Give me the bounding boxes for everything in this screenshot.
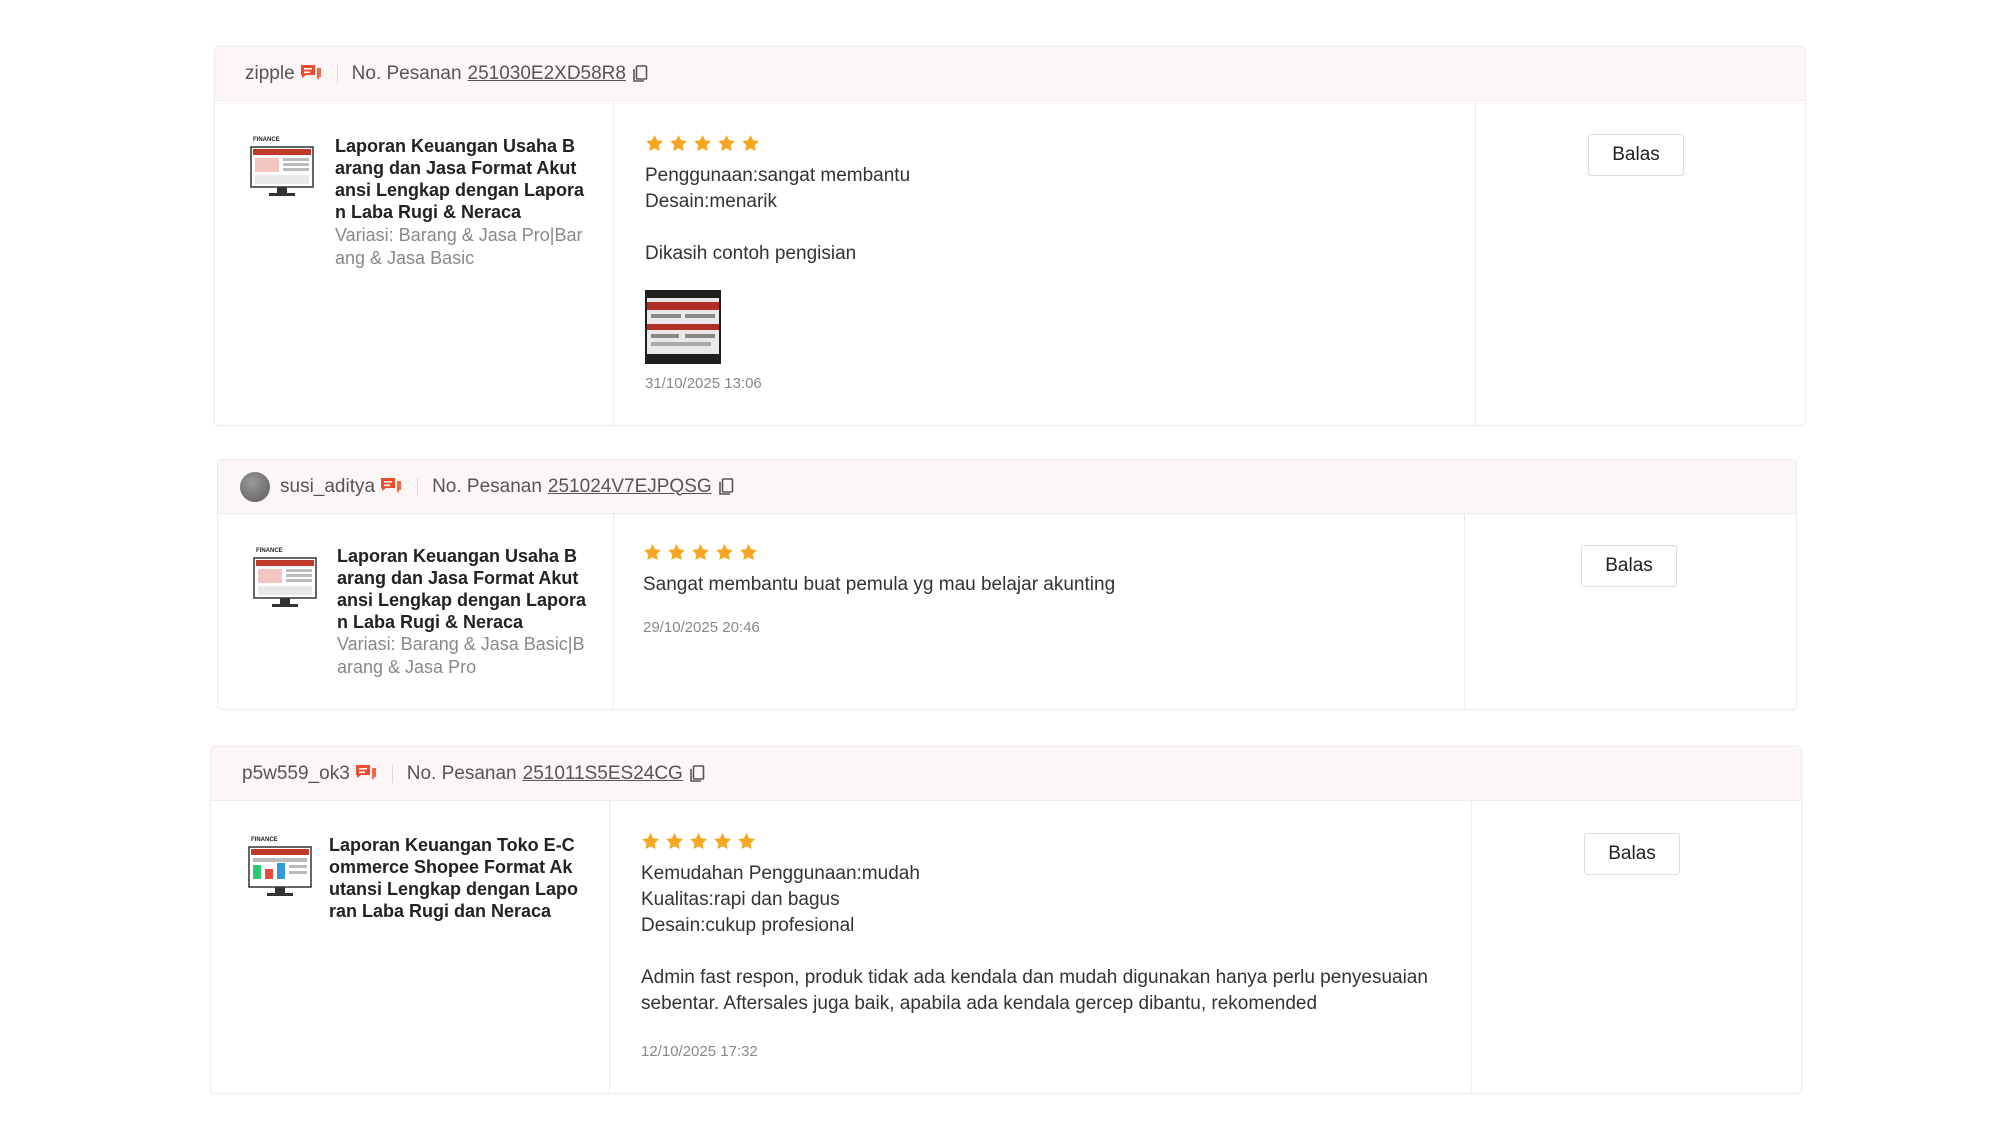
star-icon (692, 543, 709, 561)
buyer-avatar[interactable] (240, 471, 270, 502)
review-text: Kemudahan Penggunaan:mudah Kualitas:rapi… (641, 863, 1428, 1014)
order-number-link[interactable]: 251011S5ES24CG (523, 763, 683, 785)
reply-button[interactable]: Balas (1584, 833, 1680, 875)
svg-text:FINANCE: FINANCE (251, 837, 278, 843)
chat-icon[interactable] (379, 476, 403, 498)
star-icon (666, 832, 683, 850)
review-card-header: susi_aditya No. Pesanan 251024V7EJPQSG (218, 460, 1796, 514)
star-icon (670, 134, 687, 152)
star-icon (714, 832, 731, 850)
chat-icon[interactable] (354, 763, 378, 785)
buyer-username[interactable]: zipple (245, 63, 295, 85)
review-date: 29/10/2025 20:46 (643, 619, 760, 636)
product-thumbnail[interactable]: FINANCE (250, 544, 320, 614)
product-title[interactable]: Laporan Keuangan Usaha Barang dan Jasa F… (337, 545, 587, 633)
product-title[interactable]: Laporan Keuangan Usaha Barang dan Jasa F… (335, 135, 585, 223)
chat-icon[interactable] (299, 63, 323, 85)
review-card: susi_aditya No. Pesanan 251024V7EJPQSG F… (217, 459, 1797, 710)
product-title[interactable]: Laporan Keuangan Toko E-Commerce Shopee … (329, 834, 579, 922)
review-card: zipple No. Pesanan 251030E2XD58R8 FINANC… (214, 46, 1806, 426)
star-icon (740, 543, 757, 561)
star-icon (646, 134, 663, 152)
buyer-username[interactable]: p5w559_ok3 (242, 763, 350, 785)
column-divider (613, 514, 614, 709)
order-number-label: No. Pesanan (432, 475, 542, 497)
header-divider (336, 64, 338, 83)
svg-text:FINANCE: FINANCE (253, 137, 280, 143)
star-icon (716, 543, 733, 561)
column-divider (613, 101, 614, 425)
column-divider (1471, 801, 1472, 1093)
copy-icon[interactable] (689, 764, 705, 783)
star-rating (641, 832, 756, 851)
copy-icon[interactable] (718, 477, 734, 496)
review-card: p5w559_ok3 No. Pesanan 251011S5ES24CG FI… (210, 746, 1802, 1094)
star-rating (643, 543, 758, 562)
star-icon (718, 134, 735, 152)
star-icon (668, 543, 685, 561)
buyer-username[interactable]: susi_aditya (280, 476, 375, 498)
star-icon (642, 832, 659, 850)
star-icon (644, 543, 661, 561)
review-text: Sangat membantu buat pemula yg mau belaj… (643, 574, 1116, 595)
product-thumbnail[interactable]: FINANCE (245, 833, 315, 903)
star-icon (742, 134, 759, 152)
star-icon (690, 832, 707, 850)
copy-icon[interactable] (632, 64, 648, 83)
order-number-label: No. Pesanan (406, 762, 517, 784)
order-number-link[interactable]: 251030E2XD58R8 (468, 63, 626, 85)
reply-button[interactable]: Balas (1588, 134, 1684, 176)
review-text: Penggunaan:sangat membantu Desain:menari… (645, 165, 911, 264)
review-card-header: p5w559_ok3 No. Pesanan 251011S5ES24CG (211, 747, 1801, 801)
column-divider (1464, 514, 1465, 709)
review-card-header: zipple No. Pesanan 251030E2XD58R8 (215, 47, 1805, 101)
review-date: 31/10/2025 13:06 (645, 375, 762, 392)
order-number-label: No. Pesanan (351, 62, 462, 84)
column-divider (609, 801, 610, 1093)
order-number-link[interactable]: 251024V7EJPQSG (548, 476, 712, 498)
reply-button[interactable]: Balas (1581, 545, 1677, 587)
star-icon (738, 832, 755, 850)
review-photo[interactable] (645, 290, 721, 364)
product-variation: Variasi: Barang & Jasa Pro|Barang & Jasa… (335, 225, 583, 268)
star-icon (694, 134, 711, 152)
header-divider (417, 477, 419, 496)
product-thumbnail[interactable]: FINANCE (247, 133, 317, 203)
column-divider (1475, 101, 1476, 425)
review-date: 12/10/2025 17:32 (641, 1043, 758, 1060)
svg-text:FINANCE: FINANCE (256, 548, 283, 554)
star-rating (645, 134, 760, 153)
header-divider (391, 764, 393, 783)
product-variation: Variasi: Barang & Jasa Basic|Barang & Ja… (337, 634, 585, 677)
